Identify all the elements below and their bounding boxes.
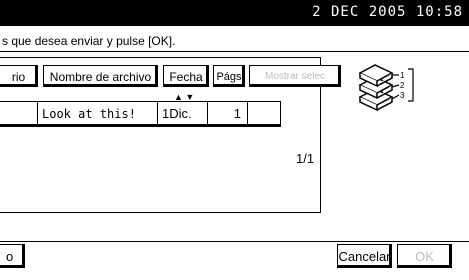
show-selected-button[interactable]: Mostrar selec <box>249 65 341 87</box>
side-icon-label-3: 3 <box>400 91 405 100</box>
row-pages-cell: 1 <box>208 102 248 126</box>
message-bar: s que desea enviar y pulse [OK]. <box>0 27 469 52</box>
table-row[interactable]: Look at this! 1Dic. 1 <box>0 101 281 127</box>
row-filename-cell: Look at this! <box>38 102 158 126</box>
row-date-cell: 1Dic. <box>158 102 208 126</box>
cancel-button[interactable]: Cancelar <box>337 244 392 268</box>
instruction-message: s que desea enviar y pulse [OK]. <box>2 34 176 48</box>
datetime: 2 DEC 2005 10:58 <box>312 4 463 20</box>
ok-button[interactable]: OK <box>397 244 452 268</box>
side-icon-label-2: 2 <box>400 81 405 90</box>
bottom-bar: o Cancelar OK <box>0 241 469 270</box>
stacked-documents-icon: 1 2 3 <box>358 64 414 111</box>
column-date-button[interactable]: Fecha <box>163 65 209 87</box>
side-icon-label-1: 1 <box>400 71 405 80</box>
column-pages-button[interactable]: Págs <box>213 65 245 87</box>
back-button[interactable]: o <box>0 244 25 268</box>
file-list-panel: rio Nombre de archivo Fecha Págs Mostrar… <box>0 57 341 213</box>
top-bar: 2 DEC 2005 10:58 <box>0 0 469 26</box>
row-user-cell <box>0 102 38 126</box>
column-filename-button[interactable]: Nombre de archivo <box>43 65 158 87</box>
column-user-button[interactable]: rio <box>0 65 38 87</box>
page-count: 1/1 <box>296 151 315 166</box>
